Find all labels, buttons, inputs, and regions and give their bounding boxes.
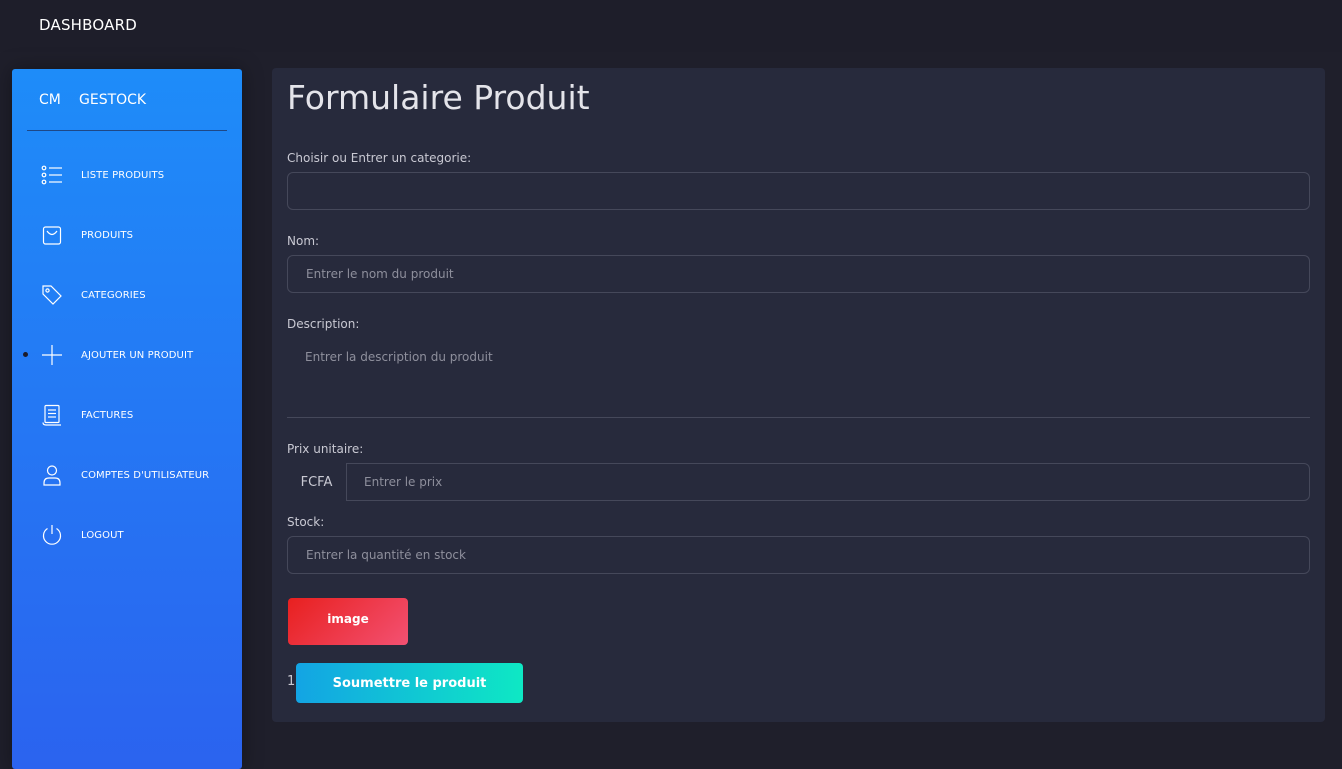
currency-prefix: FCFA (300, 474, 333, 490)
sidebar-logo[interactable]: CM GESTOCK (39, 92, 146, 108)
sidebar-item-categories[interactable]: CATEGORIES (12, 275, 242, 315)
product-form-card: Formulaire Produit Choisir ou Entrer un … (272, 68, 1325, 722)
tag-icon (41, 284, 63, 306)
sidebar-item-produits[interactable]: PRODUITS (12, 215, 242, 255)
sidebar-item-factures[interactable]: FACTURES (12, 395, 242, 435)
stock-input[interactable] (287, 536, 1310, 574)
name-label: Nom: (287, 234, 320, 248)
sidebar-item-comptes-utilisateur[interactable]: COMPTES D'UTILISATEUR (12, 455, 242, 495)
submit-button[interactable]: Soumettre le produit (296, 663, 523, 703)
price-input[interactable] (346, 463, 1310, 501)
top-navbar: DASHBOARD (0, 0, 1342, 52)
navbar-brand[interactable]: DASHBOARD (39, 16, 137, 34)
sidebar-item-label: FACTURES (81, 409, 134, 421)
sidebar: CM GESTOCK LISTE PRODUITS PRODUITS CATEG… (12, 69, 242, 769)
sidebar-item-ajouter-un-produit[interactable]: AJOUTER UN PRODUIT (12, 335, 242, 375)
sidebar-item-liste-produits[interactable]: LISTE PRODUITS (12, 155, 242, 195)
sidebar-divider (27, 130, 227, 131)
page-title: Formulaire Produit (287, 78, 590, 117)
active-indicator (23, 352, 28, 357)
sidebar-item-label: COMPTES D'UTILISATEUR (81, 469, 210, 481)
logo-normal: GESTOCK (79, 92, 147, 108)
category-label: Choisir ou Entrer un categorie: (287, 151, 472, 165)
receipt-icon (41, 404, 63, 426)
price-label: Prix unitaire: (287, 442, 364, 456)
plus-icon (41, 344, 63, 366)
logo-mini: CM (39, 92, 61, 108)
image-upload-button[interactable]: image (288, 598, 408, 645)
power-icon (41, 524, 63, 546)
stray-text: 1 (287, 674, 296, 689)
sidebar-item-label: AJOUTER UN PRODUIT (81, 349, 194, 361)
sidebar-item-label: CATEGORIES (81, 289, 146, 301)
user-icon (41, 464, 63, 486)
sidebar-item-label: LISTE PRODUITS (81, 169, 165, 181)
sidebar-item-logout[interactable]: LOGOUT (12, 515, 242, 555)
sidebar-item-label: LOGOUT (81, 529, 124, 541)
shopping-bag-icon (41, 224, 63, 246)
stock-label: Stock: (287, 515, 325, 529)
description-label: Description: (287, 317, 360, 331)
description-textarea[interactable] (287, 338, 1310, 418)
name-input[interactable] (287, 255, 1310, 293)
list-icon (41, 164, 63, 186)
category-input[interactable] (287, 172, 1310, 210)
sidebar-item-label: PRODUITS (81, 229, 134, 241)
